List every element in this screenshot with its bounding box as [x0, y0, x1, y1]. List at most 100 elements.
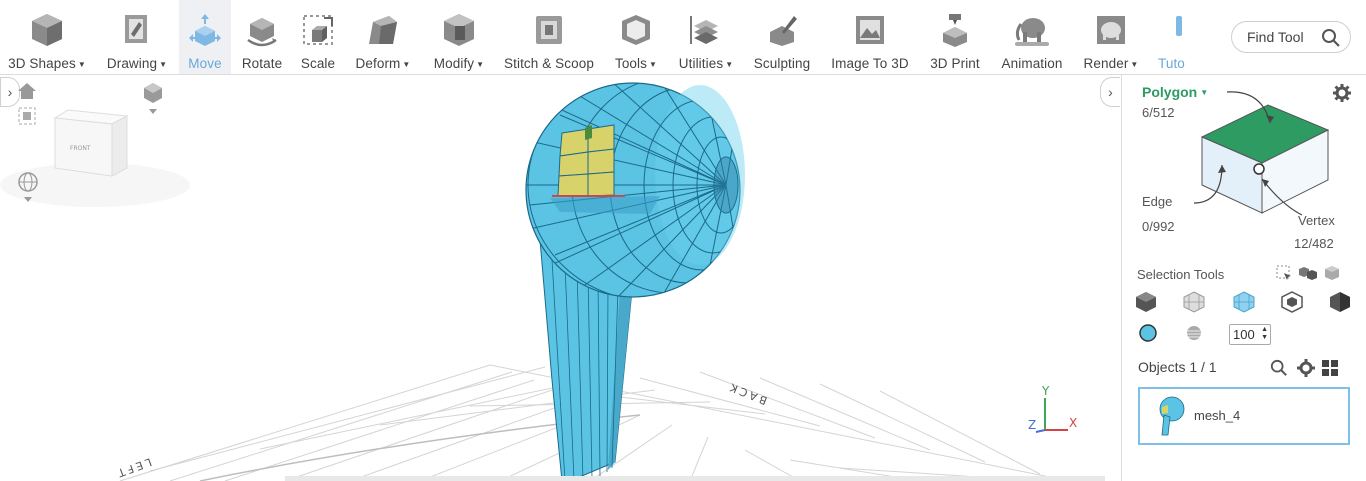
edge-count: 0/992	[1142, 219, 1175, 234]
tool-label: Image To 3D	[831, 56, 909, 71]
brush-size-value: 100	[1233, 327, 1255, 342]
brush-color-swatch[interactable]	[1136, 321, 1160, 345]
tool-utilities[interactable]: Utilities ▼	[673, 0, 739, 74]
tool-label: Sculpting	[753, 56, 811, 71]
object-list-item[interactable]: mesh_4	[1138, 387, 1350, 445]
tool-move[interactable]: Move	[179, 0, 231, 74]
find-tool-search[interactable]: Find Tool	[1231, 21, 1351, 53]
select-backface-button[interactable]	[1328, 290, 1352, 314]
selection-mode-diagram[interactable]	[1122, 75, 1366, 235]
mesh-sphere[interactable]	[427, 75, 783, 311]
tool-render[interactable]: Render ▼	[1078, 0, 1144, 74]
tool-label: Stitch & Scoop	[504, 56, 594, 71]
vertex-label: Vertex	[1298, 213, 1335, 228]
utilities-icon	[686, 8, 726, 52]
elephant-icon	[1012, 8, 1052, 52]
selection-tools-label: Selection Tools	[1137, 267, 1225, 282]
orbit-button[interactable]	[16, 171, 40, 210]
perspective-cube-icon	[144, 83, 162, 114]
fit-view-icon	[18, 107, 36, 125]
mesh-thumbnail	[1159, 396, 1185, 436]
tool-animation[interactable]: Animation	[996, 0, 1068, 74]
fit-view-button[interactable]	[18, 107, 36, 130]
chevron-right-icon: ›	[1108, 84, 1113, 100]
object-settings-button[interactable]	[1294, 356, 1318, 380]
select-hidden-button[interactable]	[1280, 290, 1304, 314]
select-area-icon	[1276, 265, 1291, 280]
3d-viewport[interactable]: BACK LEFT Y X Z FRONT › ›	[0, 75, 1122, 481]
home-view-button[interactable]	[16, 81, 38, 106]
tool-label: Drawing	[106, 56, 158, 71]
stepper-arrows-icon[interactable]: ▲ ▼	[1261, 326, 1268, 342]
find-tool-label: Find Tool	[1247, 29, 1304, 45]
tool-deform[interactable]: Deform ▼	[350, 0, 416, 74]
tool-scale[interactable]: Scale	[292, 0, 344, 74]
cube-icon	[27, 8, 67, 52]
axis-x-label: X	[1069, 416, 1077, 430]
search-objects-button[interactable]	[1267, 356, 1291, 380]
tool-label: Scale	[300, 56, 336, 71]
axis-gizmo: Y X Z	[1028, 384, 1077, 433]
scene-canvas[interactable]: BACK LEFT Y X Z FRONT	[0, 75, 1122, 481]
tool-label: Utilities	[678, 56, 724, 71]
tool-label: Modify	[433, 56, 475, 71]
select-object-button[interactable]	[1134, 290, 1158, 314]
tool-label: Render	[1083, 56, 1129, 71]
floor-label-back: BACK	[726, 380, 770, 408]
move-icon	[185, 8, 225, 52]
app-window: 3D Shapes▼ Drawing▼ Move Rotate Scale	[0, 0, 1366, 481]
tool-image-to-3d[interactable]: Image To 3D	[826, 0, 914, 74]
tool-drawing[interactable]: Drawing ▼	[99, 0, 175, 74]
vertex-count: 12/482	[1294, 236, 1334, 251]
axis-y-label: Y	[1041, 384, 1050, 398]
horizontal-scrollbar[interactable]	[285, 476, 1105, 481]
half-cube-icon	[1330, 292, 1350, 312]
brush-circle-icon	[1139, 324, 1157, 342]
tool-label: 3D Print	[930, 56, 980, 71]
modify-icon	[439, 8, 479, 52]
collapse-right-panel-button[interactable]: ›	[1100, 77, 1120, 107]
view-cube-face-label: FRONT	[70, 145, 91, 152]
deform-icon	[363, 8, 403, 52]
projection-toggle-button[interactable]	[142, 81, 164, 120]
tool-3d-print[interactable]: 3D Print	[924, 0, 986, 74]
axis-z-label: Z	[1028, 418, 1036, 432]
tool-tools[interactable]: Tools ▼	[608, 0, 664, 74]
select-area-button[interactable]	[1272, 261, 1296, 285]
select-faces-button[interactable]	[1232, 290, 1256, 314]
printer-icon	[935, 8, 975, 52]
tool-label: 3D Shapes	[8, 56, 76, 71]
drawing-icon	[117, 8, 157, 52]
objects-count-label: Objects 1 / 1	[1138, 359, 1217, 375]
scale-icon	[298, 8, 338, 52]
cube-outline-icon	[1325, 266, 1339, 280]
tool-tutorials[interactable]: Tuto	[1152, 0, 1192, 74]
search-icon[interactable]	[1321, 28, 1341, 51]
grid-view-button[interactable]	[1318, 356, 1342, 380]
sphere-icon	[1187, 326, 1201, 340]
image-to-3d-icon	[850, 8, 890, 52]
faces-cube-icon	[1233, 291, 1255, 313]
tool-label: Move	[188, 56, 222, 71]
tool-3d-shapes[interactable]: 3D Shapes ▼	[4, 0, 90, 74]
tool-label: Rotate	[241, 56, 283, 71]
select-all-button[interactable]	[1320, 261, 1344, 285]
wireframe-cube-icon	[1183, 291, 1205, 313]
tool-modify[interactable]: Modify ▼	[427, 0, 491, 74]
tools-icon	[616, 8, 656, 52]
select-connected-button[interactable]	[1296, 261, 1320, 285]
select-wireframe-button[interactable]	[1182, 290, 1206, 314]
home-icon	[18, 83, 36, 99]
tool-stitch-scoop[interactable]: Stitch & Scoop	[500, 0, 598, 74]
search-icon	[1270, 359, 1287, 376]
right-panel: Polygon ▼ 6/512 Edge 0/992 Vertex 12/482 …	[1122, 75, 1366, 481]
brush-size-input[interactable]: 100 ▲ ▼	[1229, 324, 1271, 345]
rotate-icon	[242, 8, 282, 52]
tool-rotate[interactable]: Rotate	[236, 0, 288, 74]
solid-cube-icon	[1136, 292, 1156, 312]
chevron-right-icon: ›	[7, 84, 13, 100]
brush-falloff-button[interactable]	[1182, 321, 1206, 345]
tool-sculpting[interactable]: Sculpting	[750, 0, 814, 74]
sculpting-icon	[762, 8, 802, 52]
tutorials-icon	[1152, 8, 1192, 52]
